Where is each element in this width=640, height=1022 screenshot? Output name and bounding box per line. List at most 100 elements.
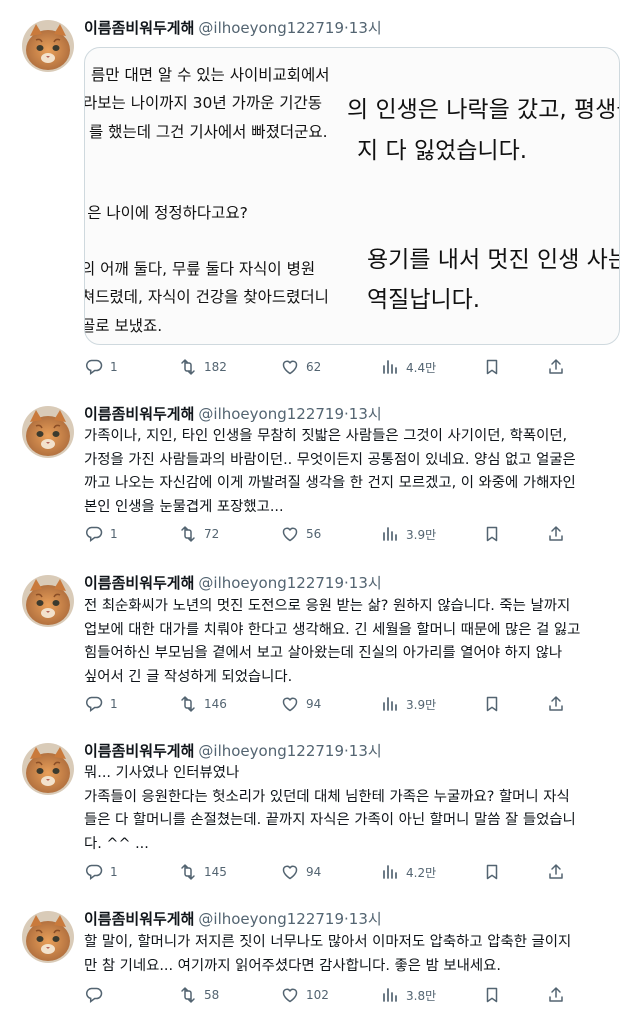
media-text-left-1: 름만 대면 알 수 있는 사이비교회에서: [91, 66, 330, 84]
media-text-right-2: 지 다 잃었습니다.: [357, 138, 528, 164]
bookmark-button[interactable]: [482, 357, 508, 377]
retweet-button[interactable]: 72: [178, 524, 219, 544]
user-handle[interactable]: @ilhoeyong122719: [198, 574, 344, 592]
tweet-text-line: 가족이나, 지인, 타인 인생을 무참히 짓밟은 사람들은 그것이 사기이던, …: [84, 428, 568, 444]
tweet-text-line: 가정을 가진 사람들과의 바람이던.. 무엇이든지 공통점이 있네요. 양심 없…: [84, 451, 576, 468]
tweet-3[interactable]: 이름좀비워두게해 @ilhoeyong122719·13시 전 최순화씨가 노년의…: [0, 560, 640, 732]
like-button[interactable]: 62: [280, 357, 321, 377]
reply-icon: [85, 696, 103, 712]
like-icon: [282, 697, 298, 712]
tweet-text-line: 뭐... 기사였나 인터뷰였나: [84, 765, 240, 781]
timestamp[interactable]: 13시: [349, 19, 382, 37]
share-button[interactable]: [546, 357, 572, 377]
views-button[interactable]: 4.4만: [380, 357, 436, 377]
reply-button[interactable]: 1: [84, 357, 118, 377]
tweet-media-image[interactable]: 름만 대면 알 수 있는 사이비교회에서 라보는 나이까지 30년 가까운 기간…: [84, 47, 620, 345]
like-button[interactable]: 56: [280, 524, 321, 544]
tweet-text-line: 들은 다 할머니를 손절쳤는데. 끝까지 자식은 가족이 아닌 할머니 말씀 잘…: [84, 812, 576, 828]
retweet-count: 146: [204, 697, 227, 711]
retweet-button[interactable]: 145: [178, 862, 227, 882]
timestamp[interactable]: 13시: [349, 742, 382, 760]
media-text-left-3: 를 했는데 그건 기사에서 빠졌더군요.: [89, 123, 328, 141]
tweet-text-line: 싶어서 긴 글 작성하게 되었습니다.: [84, 668, 293, 685]
like-count: 62: [306, 360, 322, 374]
views-button[interactable]: 3.9만: [380, 694, 436, 714]
media-text-left-2: 라보는 나이까지 30년 가까운 기간동: [84, 94, 323, 112]
share-button[interactable]: [546, 524, 572, 544]
retweet-icon: [181, 864, 195, 880]
views-icon: [383, 988, 397, 1002]
tweet-2[interactable]: 이름좀비워두게해 @ilhoeyong122719·13시 가족이나, 지인, 타…: [0, 390, 640, 560]
tweet-actions: 1 145 94 4.2만: [84, 862, 624, 882]
bookmark-button[interactable]: [482, 985, 508, 1005]
tweet-header: 이름좀비워두게해 @ilhoeyong122719·13시: [84, 740, 382, 761]
display-name[interactable]: 이름좀비워두게해: [84, 742, 194, 760]
like-count: 56: [306, 527, 322, 541]
reply-count: 1: [110, 697, 118, 711]
tweet-header: 이름좀비워두게해 @ilhoeyong122719·13시: [84, 908, 382, 929]
tweet-text: 할 말이, 할머니가 저지른 짓이 너무나도 많아서 이마저도 압축하고 압축한…: [84, 931, 632, 978]
reply-button[interactable]: 1: [84, 862, 118, 882]
avatar[interactable]: [22, 406, 74, 458]
bookmark-button[interactable]: [482, 524, 508, 544]
reply-icon: [85, 864, 103, 880]
retweet-button[interactable]: 182: [178, 357, 227, 377]
user-handle[interactable]: @ilhoeyong122719: [198, 405, 344, 423]
views-button[interactable]: 3.8만: [380, 985, 436, 1005]
timestamp[interactable]: 13시: [349, 574, 382, 592]
reply-count: 1: [110, 865, 118, 879]
share-button[interactable]: [546, 694, 572, 714]
tweet-5[interactable]: 이름좀비워두게해 @ilhoeyong122719·13시 할 말이, 할머니가 …: [0, 900, 640, 1022]
like-icon: [282, 360, 298, 375]
retweet-icon: [181, 696, 195, 712]
tweet-actions: 1 182 62 4.4만: [84, 357, 624, 377]
avatar[interactable]: [22, 575, 74, 627]
tweet-text-line: 전 최순화씨가 노년의 멋진 도전으로 응원 받는 삶? 원하지 않습니다. 죽…: [84, 598, 571, 614]
tweet-text-line: 업보에 대한 대가를 치뤄야 한다고 생각해요. 긴 세월을 할머니 때문에 많…: [84, 621, 581, 638]
timestamp[interactable]: 13시: [349, 405, 382, 423]
views-icon: [383, 865, 397, 879]
user-handle[interactable]: @ilhoeyong122719: [198, 742, 344, 760]
display-name[interactable]: 이름좀비워두게해: [84, 405, 194, 423]
share-icon: [549, 526, 563, 541]
retweet-count: 182: [204, 360, 227, 374]
view-count: 4.2만: [406, 865, 437, 880]
display-name[interactable]: 이름좀비워두게해: [84, 574, 194, 592]
tweet-4[interactable]: 이름좀비워두게해 @ilhoeyong122719·13시 뭐... 기사였나 인…: [0, 732, 640, 900]
view-count: 3.9만: [406, 697, 437, 712]
share-button[interactable]: [546, 985, 572, 1005]
avatar[interactable]: [22, 911, 74, 963]
like-icon: [282, 527, 298, 542]
media-text-right-3: 용기를 내서 멋진 인생 사는: [367, 247, 620, 273]
like-button[interactable]: 94: [280, 694, 321, 714]
avatar[interactable]: [22, 20, 74, 72]
reply-button[interactable]: [84, 985, 110, 1005]
bookmark-button[interactable]: [482, 694, 508, 714]
tweet-text-line: 할 말이, 할머니가 저지른 짓이 너무나도 많아서 이마저도 압축하고 압축한…: [84, 934, 572, 950]
views-button[interactable]: 4.2만: [380, 862, 436, 882]
tweet-1[interactable]: 이름좀비워두게해 @ilhoeyong122719·13시 름만 대면 알 수 있…: [0, 0, 640, 390]
reply-button[interactable]: 1: [84, 524, 118, 544]
bookmark-icon: [486, 526, 498, 542]
retweet-button[interactable]: 146: [178, 694, 227, 714]
display-name[interactable]: 이름좀비워두게해: [84, 910, 194, 928]
timestamp[interactable]: 13시: [349, 910, 382, 928]
avatar[interactable]: [22, 743, 74, 795]
like-button[interactable]: 94: [280, 862, 321, 882]
share-button[interactable]: [546, 862, 572, 882]
media-text-right-1: 의 인생은 나락을 갔고, 평생을: [347, 97, 620, 123]
user-handle[interactable]: @ilhoeyong122719: [198, 910, 344, 928]
user-handle[interactable]: @ilhoeyong122719: [198, 19, 344, 37]
like-button[interactable]: 102: [280, 985, 329, 1005]
retweet-icon: [181, 359, 195, 375]
display-name[interactable]: 이름좀비워두게해: [84, 19, 194, 37]
media-text-right-4: 역질납니다.: [367, 287, 481, 313]
like-count: 94: [306, 865, 322, 879]
media-text-left-8: 쳐드렸데, 자식이 건강을 찾아드렸더니: [84, 288, 329, 306]
retweet-button[interactable]: 58: [178, 985, 219, 1005]
views-button[interactable]: 3.9만: [380, 524, 436, 544]
bookmark-button[interactable]: [482, 862, 508, 882]
tweet-actions: 58 102 3.8만: [84, 985, 624, 1005]
reply-button[interactable]: 1: [84, 694, 118, 714]
tweet-text-line: 까고 나오는 자신감에 이게 까발려질 생각을 한 건지 모르겠고, 이 와중에…: [84, 475, 576, 491]
